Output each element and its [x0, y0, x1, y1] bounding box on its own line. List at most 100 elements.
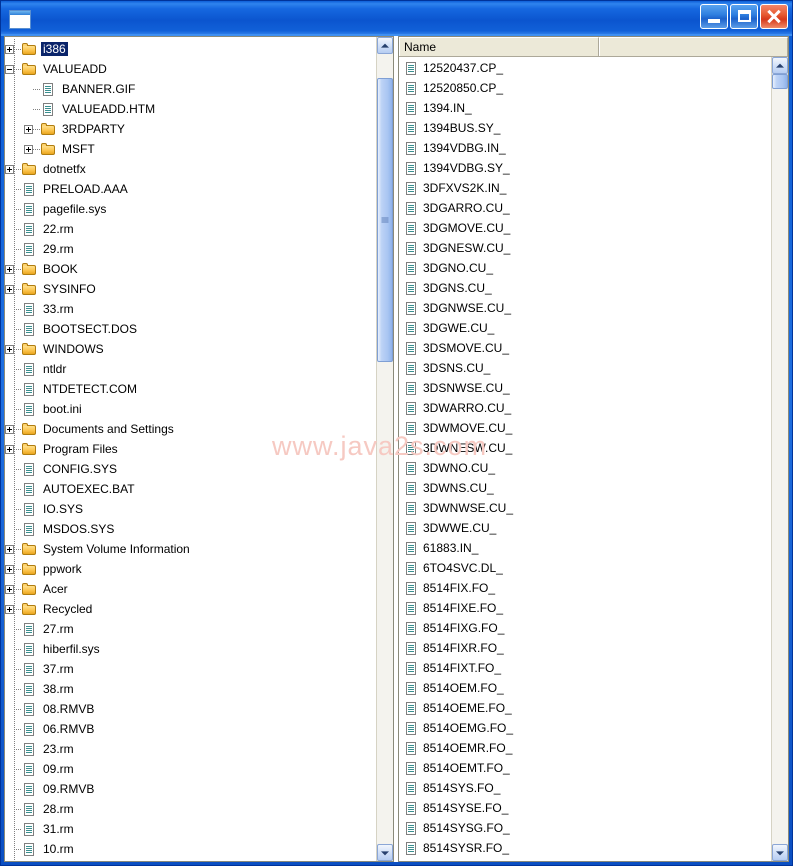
list-scroll-thumb[interactable]	[772, 74, 788, 90]
tree-item[interactable]: ppwork	[5, 559, 376, 579]
tree-item[interactable]: 31.rm	[5, 819, 376, 839]
file-list-row[interactable]: 3DGWE.CU_	[403, 318, 771, 338]
file-list-row[interactable]: 8514OEMT.FO_	[403, 758, 771, 778]
expand-icon[interactable]	[5, 604, 14, 614]
minimize-button[interactable]	[700, 4, 728, 29]
tree-item[interactable]: SYSINFO	[5, 279, 376, 299]
file-list-row[interactable]: 12520850.CP_	[403, 78, 771, 98]
file-list-row[interactable]: 3DGNO.CU_	[403, 258, 771, 278]
tree-item[interactable]: BOOTSECT.DOS	[5, 319, 376, 339]
file-list-row[interactable]: 3DGARRO.CU_	[403, 198, 771, 218]
list-vertical-scrollbar[interactable]	[771, 57, 788, 861]
file-list-row[interactable]: 8514OEMR.FO_	[403, 738, 771, 758]
tree-item[interactable]: MSDOS.SYS	[5, 519, 376, 539]
tree-item[interactable]: 33.rm	[5, 299, 376, 319]
tree-vertical-scrollbar[interactable]	[376, 37, 393, 861]
file-list-row[interactable]: 1394VDBG.IN_	[403, 138, 771, 158]
file-list-row[interactable]: 1394BUS.SY_	[403, 118, 771, 138]
file-list-row[interactable]: 8514SYSR.FO_	[403, 838, 771, 858]
tree-item[interactable]: 09.RMVB	[5, 779, 376, 799]
folder-tree[interactable]: i386 VALUEADD BANNER.GIF VALUEADD.HTM 3RDPAR…	[5, 37, 376, 861]
expand-icon[interactable]	[5, 284, 14, 294]
tree-item[interactable]: AUTOEXEC.BAT	[5, 479, 376, 499]
tree-scroll-up-button[interactable]	[377, 37, 393, 54]
tree-item[interactable]: dotnetfx	[5, 159, 376, 179]
tree-item[interactable]: 23.rm	[5, 739, 376, 759]
file-list-row[interactable]: 3DFXVS2K.IN_	[403, 178, 771, 198]
collapse-icon[interactable]	[5, 64, 14, 74]
file-list-row[interactable]: 3DSNS.CU_	[403, 358, 771, 378]
expand-icon[interactable]	[5, 444, 14, 454]
tree-item[interactable]: 3RDPARTY	[5, 119, 376, 139]
file-list-row[interactable]: 3DWMOVE.CU_	[403, 418, 771, 438]
column-header-blank[interactable]	[599, 37, 788, 56]
file-list-row[interactable]: 8514OEME.FO_	[403, 698, 771, 718]
tree-item[interactable]: BANNER.GIF	[5, 79, 376, 99]
tree-item[interactable]: pagefile.sys	[5, 199, 376, 219]
tree-item[interactable]: i386	[5, 39, 376, 59]
maximize-button[interactable]	[730, 4, 758, 29]
tree-item[interactable]: PRELOAD.AAA	[5, 179, 376, 199]
file-list-row[interactable]: 8514SYS.FO_	[403, 778, 771, 798]
list-scroll-up-button[interactable]	[772, 57, 788, 74]
tree-item[interactable]: hiberfil.sys	[5, 639, 376, 659]
file-list-row[interactable]: 8514SYST.FO_	[403, 858, 771, 861]
file-list-row[interactable]: 8514FIX.FO_	[403, 578, 771, 598]
tree-item[interactable]: Recycled	[5, 599, 376, 619]
tree-item[interactable]: 22.rm	[5, 219, 376, 239]
tree-item[interactable]: 08.RMVB	[5, 699, 376, 719]
file-list-row[interactable]: 8514SYSG.FO_	[403, 818, 771, 838]
expand-icon[interactable]	[5, 584, 14, 594]
tree-item[interactable]: 29.rm	[5, 239, 376, 259]
expand-icon[interactable]	[5, 344, 14, 354]
tree-item[interactable]: MSFT	[5, 139, 376, 159]
expand-icon[interactable]	[5, 564, 14, 574]
file-list-row[interactable]: 12520437.CP_	[403, 58, 771, 78]
tree-item[interactable]: 28.rm	[5, 799, 376, 819]
tree-item[interactable]: 37.rm	[5, 659, 376, 679]
file-list-row[interactable]: 8514FIXR.FO_	[403, 638, 771, 658]
file-list-row[interactable]: 8514OEM.FO_	[403, 678, 771, 698]
file-list-row[interactable]: 8514SYSE.FO_	[403, 798, 771, 818]
tree-item[interactable]: NTDETECT.COM	[5, 379, 376, 399]
list-scroll-track[interactable]	[772, 74, 788, 844]
list-scroll-down-button[interactable]	[772, 844, 788, 861]
tree-item[interactable]: Program Files	[5, 439, 376, 459]
tree-item[interactable]: VALUEADD	[5, 59, 376, 79]
tree-item[interactable]: 06.RMVB	[5, 719, 376, 739]
tree-item[interactable]: System Volume Information	[5, 539, 376, 559]
tree-scroll-down-button[interactable]	[377, 844, 393, 861]
file-list-row[interactable]: 3DWARRO.CU_	[403, 398, 771, 418]
tree-item[interactable]: 10.rm	[5, 839, 376, 859]
expand-icon[interactable]	[5, 424, 14, 434]
tree-item[interactable]: 38.rm	[5, 679, 376, 699]
file-list-row[interactable]: 3DGMOVE.CU_	[403, 218, 771, 238]
expand-icon[interactable]	[5, 164, 14, 174]
file-list-row[interactable]: 61883.IN_	[403, 538, 771, 558]
expand-icon[interactable]	[5, 44, 14, 54]
tree-item[interactable]: BOOK	[5, 259, 376, 279]
column-header-name[interactable]: Name	[399, 37, 599, 56]
tree-item[interactable]: IO.SYS	[5, 499, 376, 519]
file-list-row[interactable]: 8514FIXE.FO_	[403, 598, 771, 618]
expand-icon[interactable]	[5, 544, 14, 554]
file-list-row[interactable]: 3DWNS.CU_	[403, 478, 771, 498]
file-list-row[interactable]: 1394.IN_	[403, 98, 771, 118]
tree-item[interactable]: 09.rm	[5, 759, 376, 779]
expand-icon[interactable]	[5, 264, 14, 274]
file-list-row[interactable]: 3DSMOVE.CU_	[403, 338, 771, 358]
file-list-row[interactable]: 1394VDBG.SY_	[403, 158, 771, 178]
tree-scroll-track[interactable]	[377, 54, 393, 844]
window-icon[interactable]	[9, 10, 31, 29]
tree-item[interactable]: WINDOWS	[5, 339, 376, 359]
tree-item[interactable]: VALUEADD.HTM	[5, 99, 376, 119]
file-list-row[interactable]: 8514OEMG.FO_	[403, 718, 771, 738]
file-list-row[interactable]: 3DWNWSE.CU_	[403, 498, 771, 518]
tree-item[interactable]: Acer	[5, 579, 376, 599]
tree-item[interactable]: CONFIG.SYS	[5, 459, 376, 479]
file-list-row[interactable]: 8514FIXG.FO_	[403, 618, 771, 638]
tree-item[interactable]: ntldr	[5, 359, 376, 379]
file-list-row[interactable]: 3DSNWSE.CU_	[403, 378, 771, 398]
file-list-row[interactable]: 3DWNESW.CU_	[403, 438, 771, 458]
close-button[interactable]	[760, 4, 788, 29]
